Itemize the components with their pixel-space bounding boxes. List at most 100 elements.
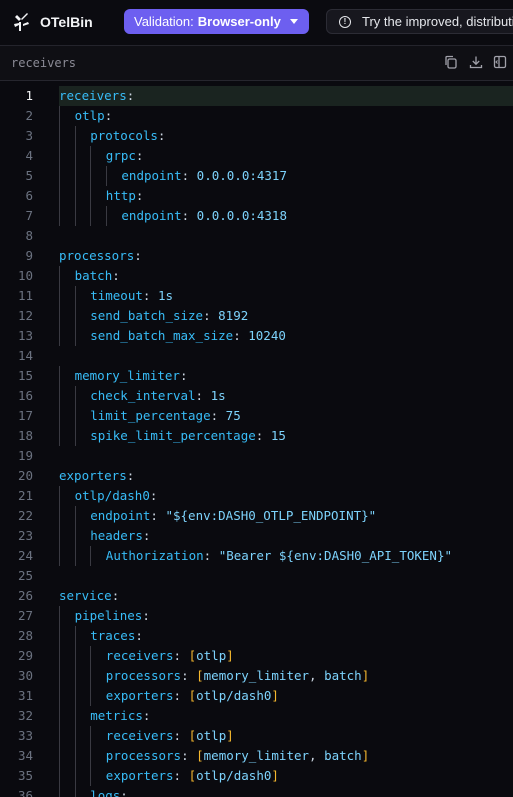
- line-number: 21: [17, 488, 33, 503]
- code-token: 0.0.0.0:4318: [196, 208, 287, 223]
- indent-guide: [59, 506, 60, 526]
- code-token: :: [149, 488, 158, 503]
- code-line[interactable]: 22 endpoint: "${env:DASH0_OTLP_ENDPOINT}": [0, 506, 513, 526]
- line-text: endpoint: "${env:DASH0_OTLP_ENDPOINT}": [90, 506, 376, 526]
- code-token: :: [135, 628, 143, 643]
- download-icon[interactable]: [469, 55, 483, 69]
- line-number: 27: [17, 608, 33, 623]
- indent-guide: [90, 206, 92, 226]
- code-line[interactable]: 24 Authorization: "Bearer ${env:DASH0_API…: [0, 546, 513, 566]
- code-line[interactable]: 11 timeout: 1s: [0, 286, 513, 306]
- line-number: 14: [17, 348, 33, 363]
- code-token: endpoint: [121, 208, 182, 223]
- line-text: headers:: [90, 526, 150, 546]
- code-line[interactable]: 23 headers:: [0, 526, 513, 546]
- code-line[interactable]: 2 otlp:: [0, 106, 513, 126]
- code-line[interactable]: 36 logs:: [0, 786, 513, 797]
- line-text: receivers: [otlp]: [106, 726, 234, 746]
- otelbin-logo-icon[interactable]: [11, 11, 31, 33]
- code-line[interactable]: 35 exporters: [otlp/dash0]: [0, 766, 513, 786]
- line-content: [59, 566, 513, 586]
- line-number: 30: [17, 668, 33, 683]
- code-token: :: [142, 528, 151, 543]
- code-token: :: [142, 288, 158, 303]
- yaml-code-editor[interactable]: 1 receivers: 2 otlp: 3 protocols: 4 grpc: 5 endpo…: [0, 86, 513, 797]
- code-line[interactable]: 5 endpoint: 0.0.0.0:4317: [0, 166, 513, 186]
- code-line[interactable]: 9 processors:: [0, 246, 513, 266]
- code-line[interactable]: 21 otlp/dash0:: [0, 486, 513, 506]
- code-token: :: [210, 408, 226, 423]
- code-token: :: [134, 248, 142, 263]
- indent-guide: [59, 166, 60, 186]
- line-content: batch:: [59, 266, 513, 286]
- line-number: 32: [17, 708, 33, 723]
- code-line[interactable]: 29 receivers: [otlp]: [0, 646, 513, 666]
- code-line[interactable]: 25: [0, 566, 513, 586]
- code-line[interactable]: 10 batch:: [0, 266, 513, 286]
- code-line[interactable]: 27 pipelines:: [0, 606, 513, 626]
- code-line[interactable]: 8: [0, 226, 513, 246]
- line-text: logs:: [90, 786, 128, 797]
- indent-guide: [59, 406, 60, 426]
- panel-toggle-icon[interactable]: [493, 55, 507, 69]
- code-line[interactable]: 31 exporters: [otlp/dash0]: [0, 686, 513, 706]
- indent-guide: [59, 326, 60, 346]
- line-content: memory_limiter:: [59, 366, 513, 386]
- editor-toolbar: receivers: [0, 46, 513, 81]
- code-line[interactable]: 28 traces:: [0, 626, 513, 646]
- code-line[interactable]: 12 send_batch_size: 8192: [0, 306, 513, 326]
- code-line[interactable]: 26 service:: [0, 586, 513, 606]
- code-line[interactable]: 6 http:: [0, 186, 513, 206]
- code-token: :: [173, 728, 189, 743]
- code-line[interactable]: 4 grpc:: [0, 146, 513, 166]
- code-line[interactable]: 20 exporters:: [0, 466, 513, 486]
- code-line[interactable]: 15 memory_limiter:: [0, 366, 513, 386]
- code-line[interactable]: 7 endpoint: 0.0.0.0:4318: [0, 206, 513, 226]
- indent-guide: [90, 166, 92, 186]
- line-content: receivers: [otlp]: [59, 726, 513, 746]
- line-number: 1: [25, 88, 33, 103]
- line-text: processors: [memory_limiter, batch]: [106, 666, 369, 686]
- code-line[interactable]: 16 check_interval: 1s: [0, 386, 513, 406]
- code-token: timeout: [90, 288, 143, 303]
- indent-guide: [105, 206, 107, 226]
- code-line[interactable]: 3 protocols:: [0, 126, 513, 146]
- code-token: pipelines: [74, 608, 143, 623]
- code-line[interactable]: 33 receivers: [otlp]: [0, 726, 513, 746]
- line-content: headers:: [59, 526, 513, 546]
- line-content: Authorization: "Bearer ${env:DASH0_API_T…: [59, 546, 513, 566]
- validation-dropdown-button[interactable]: Validation: Browser-only: [124, 9, 309, 34]
- code-line[interactable]: 14: [0, 346, 513, 366]
- copy-icon[interactable]: [444, 55, 458, 69]
- code-token: otlp/dash0: [196, 688, 272, 703]
- code-token: http: [105, 188, 136, 203]
- code-token: otlp: [74, 108, 105, 123]
- code-token: [: [196, 748, 204, 763]
- line-number: 2: [25, 108, 33, 123]
- code-line[interactable]: 32 metrics:: [0, 706, 513, 726]
- code-line[interactable]: 30 processors: [memory_limiter, batch]: [0, 666, 513, 686]
- code-line[interactable]: 1 receivers:: [0, 86, 513, 106]
- code-line[interactable]: 34 processors: [memory_limiter, batch]: [0, 746, 513, 766]
- code-line[interactable]: 18 spike_limit_percentage: 15: [0, 426, 513, 446]
- code-token: "${env:DASH0_OTLP_ENDPOINT}": [165, 508, 377, 523]
- line-number: 33: [17, 728, 33, 743]
- code-token: :: [126, 468, 135, 483]
- indent-guide: [90, 146, 92, 166]
- promo-banner[interactable]: ! Try the improved, distributi: [326, 9, 513, 34]
- indent-guide: [59, 386, 60, 406]
- brand-name[interactable]: OTelBin: [40, 14, 93, 30]
- code-token: :: [203, 308, 219, 323]
- code-line[interactable]: 19: [0, 446, 513, 466]
- code-token: [: [196, 668, 204, 683]
- indent-guide: [59, 106, 60, 126]
- code-token: 1s: [210, 388, 226, 403]
- line-content: [59, 346, 513, 366]
- line-number: 13: [17, 328, 33, 343]
- line-number: 9: [25, 248, 33, 263]
- code-token: :: [181, 168, 197, 183]
- line-text: Authorization: "Bearer ${env:DASH0_API_T…: [106, 546, 452, 566]
- indent-guide: [59, 486, 60, 506]
- code-line[interactable]: 17 limit_percentage: 75: [0, 406, 513, 426]
- code-line[interactable]: 13 send_batch_max_size: 10240: [0, 326, 513, 346]
